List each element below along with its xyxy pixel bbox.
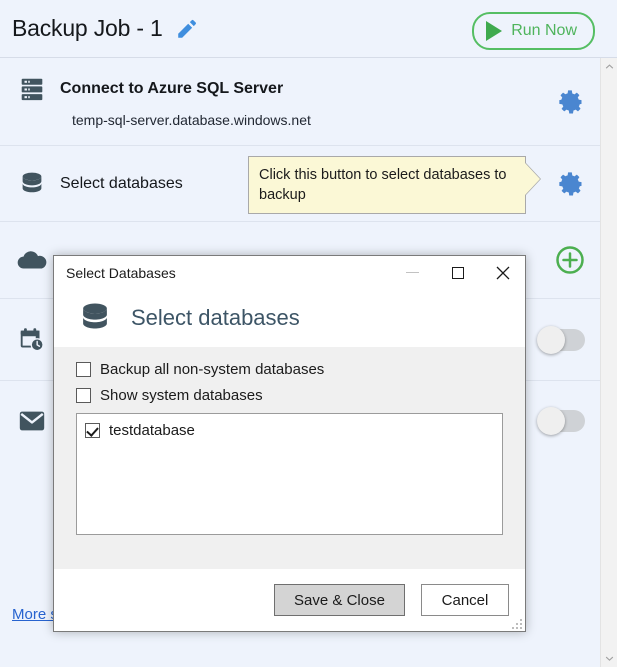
server-icon bbox=[12, 74, 52, 104]
dialog-body: Backup all non-system databases Show sys… bbox=[54, 347, 525, 569]
gear-icon bbox=[559, 89, 582, 114]
minimize-button[interactable] bbox=[390, 257, 435, 288]
checkbox-backup-all-non-system[interactable]: Backup all non-system databases bbox=[76, 361, 503, 378]
scrollbar-down-button[interactable] bbox=[601, 650, 617, 667]
toggle-switch-off[interactable] bbox=[537, 407, 585, 435]
run-now-button[interactable]: Run Now bbox=[472, 12, 595, 50]
dialog-header-title: Select databases bbox=[131, 305, 300, 330]
step-row-select-databases[interactable]: Select databases Click this button to se… bbox=[0, 146, 601, 222]
toggle-knob bbox=[537, 407, 565, 435]
checkbox-show-system-databases[interactable]: Show system databases bbox=[76, 387, 503, 404]
step-subtitle: temp-sql-server.database.windows.net bbox=[72, 112, 311, 128]
play-icon bbox=[486, 21, 503, 41]
envelope-icon bbox=[12, 409, 52, 433]
tooltip-arrow-icon bbox=[525, 163, 540, 195]
step-title: Connect to Azure SQL Server bbox=[60, 80, 284, 97]
dialog-header: Select databases bbox=[54, 289, 525, 347]
maximize-button[interactable] bbox=[435, 257, 480, 288]
dialog-titlebar[interactable]: Select Databases bbox=[54, 256, 525, 289]
chevron-up-icon bbox=[605, 64, 613, 69]
close-icon bbox=[496, 266, 509, 279]
calendar-clock-icon bbox=[12, 325, 52, 355]
plus-circle-icon bbox=[556, 246, 584, 274]
pencil-icon[interactable] bbox=[175, 18, 197, 40]
step-settings-button[interactable] bbox=[557, 88, 585, 116]
more-settings-link[interactable]: More s bbox=[12, 606, 58, 623]
tooltip-text: Click this button to select databases to… bbox=[259, 167, 507, 203]
cloud-icon bbox=[12, 249, 52, 273]
toggle-knob bbox=[537, 325, 565, 354]
save-and-close-button[interactable]: Save & Close bbox=[274, 584, 405, 616]
gear-icon bbox=[559, 171, 582, 196]
database-icon bbox=[12, 169, 52, 199]
step-settings-button[interactable] bbox=[557, 170, 585, 198]
notification-toggle[interactable] bbox=[537, 407, 585, 435]
page-title: Backup Job - 1 bbox=[12, 15, 163, 41]
vertical-scrollbar[interactable] bbox=[600, 58, 617, 667]
minimize-icon bbox=[406, 272, 419, 273]
step-title: Select databases bbox=[60, 175, 183, 192]
tooltip-callout: Click this button to select databases to… bbox=[248, 156, 540, 214]
step-row-connect-server[interactable]: Connect to Azure SQL Server temp-sql-ser… bbox=[0, 58, 601, 146]
toggle-switch-off[interactable] bbox=[537, 325, 585, 354]
app-header: Backup Job - 1 Run Now bbox=[0, 0, 617, 57]
database-listbox[interactable]: testdatabase bbox=[76, 413, 503, 535]
dialog-footer: Save & Close Cancel bbox=[54, 569, 525, 631]
chevron-down-icon bbox=[605, 656, 613, 661]
checkbox-label: Show system databases bbox=[100, 387, 263, 404]
database-icon bbox=[83, 303, 107, 329]
run-now-label: Run Now bbox=[511, 22, 577, 39]
resize-grip[interactable] bbox=[509, 616, 522, 629]
checkbox-icon[interactable] bbox=[76, 362, 91, 377]
close-button[interactable] bbox=[480, 257, 525, 288]
list-item[interactable]: testdatabase bbox=[85, 422, 502, 439]
add-destination-button[interactable] bbox=[555, 245, 585, 275]
cancel-button[interactable]: Cancel bbox=[421, 584, 509, 616]
schedule-toggle[interactable] bbox=[537, 325, 585, 354]
checkbox-label: Backup all non-system databases bbox=[100, 361, 325, 378]
dialog-title: Select Databases bbox=[66, 264, 176, 281]
checkbox-icon[interactable] bbox=[76, 388, 91, 403]
maximize-icon bbox=[451, 266, 464, 279]
checkbox-icon[interactable] bbox=[85, 423, 100, 438]
scrollbar-up-button[interactable] bbox=[601, 58, 617, 75]
database-name: testdatabase bbox=[109, 422, 195, 439]
select-databases-dialog: Select Databases Select databases Backup… bbox=[53, 255, 526, 632]
